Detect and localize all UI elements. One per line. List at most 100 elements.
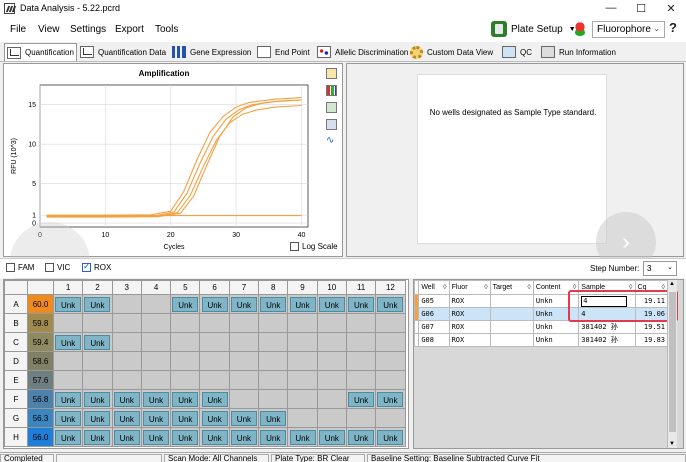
scrollbar-thumb[interactable]: [669, 292, 676, 432]
plate-well[interactable]: [375, 370, 406, 390]
plate-column-header[interactable]: 6: [199, 280, 230, 295]
well-table-scrollbar[interactable]: ▲ ▼: [667, 280, 677, 448]
plate-well[interactable]: [375, 408, 406, 428]
plate-well[interactable]: Unk: [170, 389, 201, 409]
plate-well[interactable]: [140, 294, 172, 314]
plate-well[interactable]: Unk: [375, 427, 406, 447]
display-icon[interactable]: [326, 119, 337, 130]
plate-well[interactable]: [258, 351, 289, 371]
tab-quantification-data[interactable]: Quantification Data: [78, 43, 168, 61]
plate-well[interactable]: [111, 294, 142, 314]
plate-well[interactable]: Unk: [316, 427, 347, 447]
plate-row-header[interactable]: D: [4, 351, 28, 371]
plate-well[interactable]: [316, 313, 347, 333]
table-row[interactable]: G07 ROX Unkn 381402 孙 19.51: [413, 320, 669, 334]
plate-well[interactable]: [199, 370, 230, 390]
plate-well[interactable]: [199, 351, 230, 371]
plate-well[interactable]: Unk: [111, 427, 142, 447]
sort-icon[interactable]: ◊: [443, 284, 446, 291]
plate-well[interactable]: [111, 351, 142, 371]
plate-well[interactable]: Unk: [52, 332, 84, 352]
tab-qc[interactable]: QC: [500, 43, 534, 61]
plate-well[interactable]: Unk: [111, 389, 142, 409]
menu-view[interactable]: View: [38, 24, 60, 35]
plate-well[interactable]: Unk: [82, 408, 113, 428]
plate-well[interactable]: [375, 332, 406, 352]
maximize-button[interactable]: ☐: [626, 0, 656, 16]
cell-sample[interactable]: 381402 孙: [578, 320, 636, 334]
plate-well[interactable]: Unk: [375, 389, 406, 409]
plate-well[interactable]: [375, 313, 406, 333]
plate-well[interactable]: Unk: [199, 427, 230, 447]
plate-well[interactable]: Unk: [52, 294, 84, 314]
plate-well[interactable]: Unk: [82, 294, 113, 314]
plate-well[interactable]: Unk: [228, 427, 260, 447]
tab-end-point[interactable]: End Point: [255, 43, 312, 61]
cell-target[interactable]: [489, 307, 534, 321]
plate-well[interactable]: Unk: [258, 427, 289, 447]
plate-well[interactable]: Unk: [228, 408, 260, 428]
plate-well[interactable]: Unk: [375, 294, 406, 314]
plate-well[interactable]: Unk: [287, 427, 318, 447]
plate-well[interactable]: Unk: [140, 408, 172, 428]
plate-well[interactable]: [345, 332, 377, 352]
plate-well[interactable]: [170, 313, 201, 333]
plate-column-header[interactable]: 4: [140, 280, 172, 295]
plate-column-header[interactable]: 1: [52, 280, 84, 295]
plate-well[interactable]: Unk: [345, 294, 377, 314]
table-row[interactable]: G08 ROX Unkn 381402 孙 19.83: [413, 333, 669, 347]
plate-well[interactable]: [111, 332, 142, 352]
bar-chart-icon[interactable]: [326, 85, 337, 96]
fluorophore-select[interactable]: Fluorophore ⌄: [592, 21, 665, 38]
plate-well[interactable]: [287, 389, 318, 409]
plate-well[interactable]: [316, 408, 347, 428]
plate-well[interactable]: Unk: [228, 294, 260, 314]
plate-setup-button[interactable]: Plate Setup ▼: [491, 21, 576, 37]
plate-well[interactable]: Unk: [316, 294, 347, 314]
plate-well[interactable]: Unk: [199, 294, 230, 314]
plate-well[interactable]: [82, 351, 113, 371]
dye-rox-toggle[interactable]: ROX: [82, 261, 111, 272]
plate-well[interactable]: [228, 313, 260, 333]
plate-well[interactable]: [316, 332, 347, 352]
plate-well[interactable]: [199, 332, 230, 352]
plate-well[interactable]: [345, 351, 377, 371]
plate-well[interactable]: [316, 351, 347, 371]
plate-well[interactable]: [140, 351, 172, 371]
plate-well[interactable]: [287, 332, 318, 352]
plate-well[interactable]: [82, 370, 113, 390]
plate-well[interactable]: [258, 370, 289, 390]
cell-target[interactable]: [489, 320, 534, 334]
menu-file[interactable]: File: [10, 24, 26, 35]
cell-target[interactable]: [489, 294, 534, 308]
column-header-well[interactable]: Well ◊: [418, 280, 450, 295]
plate-well[interactable]: Unk: [82, 427, 113, 447]
plate-well[interactable]: [170, 332, 201, 352]
scroll-up-icon[interactable]: ▲: [669, 281, 675, 287]
plate-column-header[interactable]: 2: [82, 280, 113, 295]
tab-allelic-discrimination[interactable]: Allelic Discrimination: [315, 43, 410, 61]
plate-corner[interactable]: [4, 280, 28, 295]
plate-well[interactable]: Unk: [199, 408, 230, 428]
plate-well[interactable]: [228, 332, 260, 352]
plate-well[interactable]: Unk: [287, 294, 318, 314]
plate-column-header[interactable]: 5: [170, 280, 201, 295]
copy-icon[interactable]: [326, 68, 337, 79]
cell-sample[interactable]: 381402 孙: [578, 333, 636, 347]
plate-well[interactable]: Unk: [82, 332, 113, 352]
plate-well[interactable]: Unk: [345, 389, 377, 409]
plate-well[interactable]: [111, 370, 142, 390]
plate-well[interactable]: [258, 389, 289, 409]
plate-well[interactable]: [258, 313, 289, 333]
plate-well[interactable]: [316, 370, 347, 390]
menu-tools[interactable]: Tools: [155, 24, 178, 35]
step-number-select[interactable]: 3 ⌄: [643, 261, 677, 276]
help-button[interactable]: ?: [669, 20, 683, 38]
plate-well[interactable]: [52, 313, 84, 333]
plate-well[interactable]: [140, 370, 172, 390]
cell-content[interactable]: Unkn: [532, 320, 580, 334]
plate-well[interactable]: [228, 370, 260, 390]
plate-well[interactable]: Unk: [52, 389, 84, 409]
log-scale-checkbox[interactable]: [290, 242, 299, 251]
plate-row-header[interactable]: B: [4, 313, 28, 333]
